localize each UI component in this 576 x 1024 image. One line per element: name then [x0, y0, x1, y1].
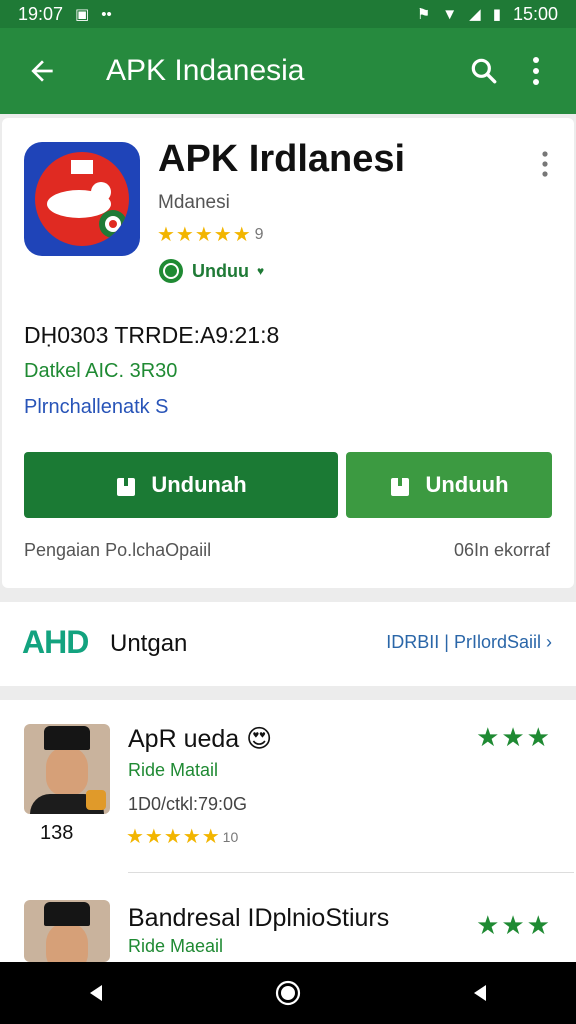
app-rating: ★★★★★ 9 — [157, 222, 264, 247]
review-star-number: 10 — [222, 828, 239, 845]
review-count: 138 — [40, 822, 74, 844]
status-bar: 19:07 ▣ •• ⚑ ▼ ◢ ▮ 15:00 — [0, 0, 576, 28]
search-button[interactable] — [458, 49, 510, 93]
reviews-card: 138 ApR ueda 😍 Ride Matail 1D0/ctkl:79:0… — [0, 700, 576, 962]
nav-back-button[interactable] — [66, 968, 126, 1018]
triangle-left-icon — [474, 985, 486, 1001]
review-score: ★★★ — [476, 910, 552, 940]
avatar[interactable] — [24, 724, 110, 814]
rating-stars: ★★★★★ — [157, 224, 252, 246]
avatar[interactable] — [24, 900, 110, 962]
notification-icon: ▣ — [75, 6, 90, 23]
app-bar-title: APK Indanesia — [106, 54, 305, 87]
section-header: AHD Untgan IDRBII | PrIlordSaiil › — [0, 602, 576, 686]
download-icon — [117, 474, 136, 496]
review-score: ★★★ — [476, 722, 552, 752]
navigation-bar — [0, 962, 576, 1024]
info-line-2: Datkel AIC. 3R30 — [24, 360, 178, 382]
footer-right: 06In ekorraf — [453, 540, 550, 560]
triangle-left-icon — [90, 985, 102, 1001]
info-line-3[interactable]: Plrnchallenatk S — [24, 396, 169, 419]
vibrate-icon: ⚑ — [416, 6, 431, 23]
more-vert-icon — [542, 151, 548, 177]
signal-icon: ◢ — [469, 6, 481, 23]
app-icon — [24, 142, 140, 256]
section-logo: AHD — [22, 624, 89, 660]
developer-name[interactable]: Mdanesi — [158, 192, 230, 214]
badge-label: Unduu — [192, 260, 249, 281]
divider — [128, 872, 574, 873]
download-button-label: Undunah — [151, 472, 247, 497]
secondary-download-button[interactable]: Unduuh — [346, 452, 552, 518]
more-vert-icon — [533, 57, 539, 85]
download-badge: Unduu ♥ — [158, 258, 264, 284]
battery-text: 15:00 — [512, 3, 558, 24]
section-link[interactable]: IDRBII | PrIlordSaiil › — [386, 632, 552, 653]
app-overflow-button[interactable] — [530, 146, 560, 182]
arrow-left-icon — [31, 60, 53, 82]
battery-icon: ▮ — [492, 6, 501, 23]
review-stars: ★★★★★ 10 — [126, 824, 238, 849]
status-time: 19:07 — [18, 3, 64, 24]
nav-home-button[interactable] — [258, 968, 318, 1018]
app-name: APK Irdlanesi — [158, 138, 406, 180]
secondary-button-label: Unduuh — [425, 472, 509, 497]
badge-icon — [86, 790, 106, 810]
section-title: Untgan — [110, 630, 188, 657]
search-icon — [471, 58, 497, 84]
whatsapp-icon — [159, 259, 183, 283]
heart-icon: ♥ — [256, 264, 265, 278]
overflow-menu-button[interactable] — [510, 49, 562, 93]
wifi-icon: ▼ — [442, 5, 458, 23]
footer-left: Pengaian Po.lchaOpaiil — [24, 540, 212, 560]
rating-number: 9 — [254, 225, 264, 243]
dots-icon: •• — [101, 5, 112, 23]
app-card: APK Irdlanesi Mdanesi ★★★★★ 9 Unduu ♥ DḤ… — [2, 118, 574, 588]
reviewer-name: Bandresal IDplnioStiurs — [128, 904, 390, 932]
reviewer-name: ApR ueda 😍 — [128, 725, 273, 753]
reviewer-subtitle: Ride Maeail — [128, 936, 224, 956]
circle-home-icon — [275, 980, 301, 1006]
app-bar: APK Indanesia — [0, 28, 576, 114]
back-button[interactable] — [22, 51, 62, 91]
download-icon — [391, 474, 410, 496]
nav-recent-button[interactable] — [450, 968, 510, 1018]
info-line-1: DḤ0303 TRRDE:A9:21:8 — [24, 322, 280, 348]
review-stars-glyphs: ★★★★★ — [126, 826, 221, 848]
download-button[interactable]: Undunah — [24, 452, 338, 518]
reviewer-subtitle: Ride Matail — [128, 760, 219, 780]
review-date: 1D0/ctkl:79:0G — [128, 794, 248, 814]
